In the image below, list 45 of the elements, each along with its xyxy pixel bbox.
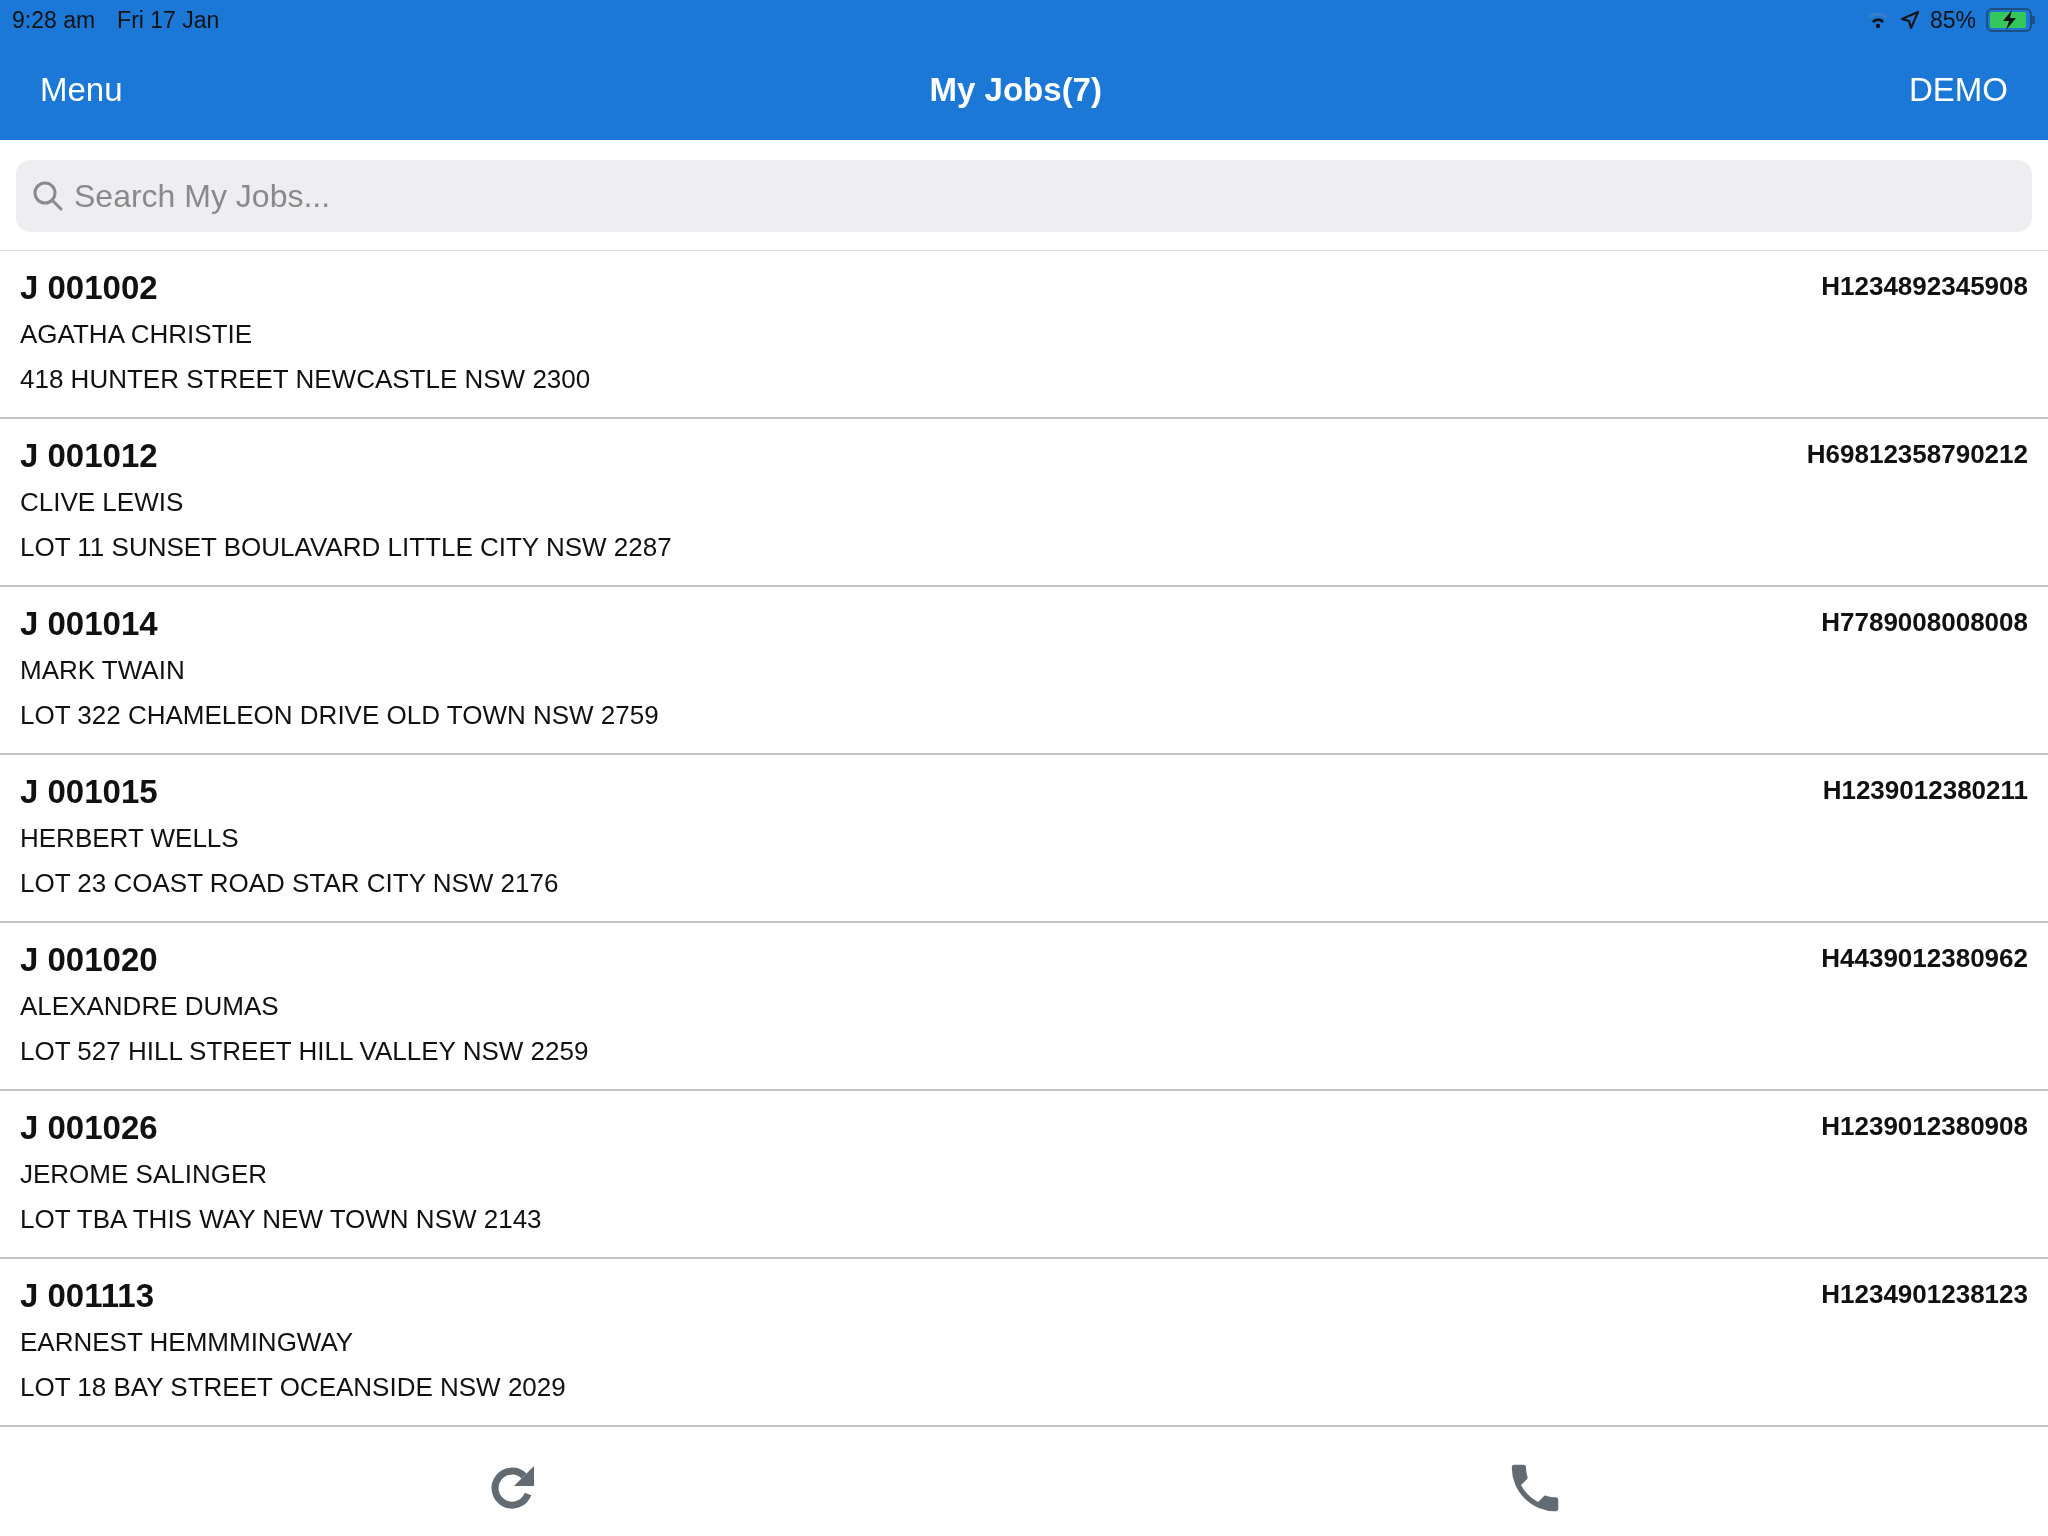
menu-button[interactable]: Menu (40, 71, 123, 109)
job-list-item[interactable]: J 001020 H4439012380962 ALEXANDRE DUMAS LOT 527 HILL STREET HILL VALLEY NSW 2259 (0, 923, 2048, 1091)
battery-charging-icon (1986, 8, 2036, 32)
job-address: 418 HUNTER STREET NEWCASTLE NSW 2300 (20, 364, 592, 395)
customer-name: CLIVE LEWIS (20, 487, 185, 518)
job-list-item[interactable]: J 001026 H1239012380908 JEROME SALINGER LOT TBA THIS WAY NEW TOWN NSW 2143 (0, 1091, 2048, 1259)
account-button[interactable]: DEMO (1909, 71, 2008, 109)
job-code: H1239012380211 (1822, 775, 2028, 806)
job-address: LOT 18 BAY STREET OCEANSIDE NSW 2029 (20, 1372, 567, 1403)
job-number: J 001113 (20, 1277, 154, 1315)
job-number: J 001014 (20, 605, 158, 643)
search-field[interactable]: Search My Jobs... (16, 160, 2032, 232)
customer-name: HERBERT WELLS (20, 823, 240, 854)
job-list-item[interactable]: J 001015 H1239012380211 HERBERT WELLS LOT 23 COAST ROAD STAR CITY NSW 2176 (0, 755, 2048, 923)
job-number: J 001002 (20, 269, 158, 307)
status-time: 9:28 am (12, 6, 96, 34)
status-date: Fri 17 Jan (117, 6, 220, 34)
job-list-item[interactable]: J 001113 H1234901238123 EARNEST HEMMMINGWAY LOT 18 BAY STREET OCEANSIDE NSW 2029 (0, 1259, 2048, 1427)
job-number: J 001026 (20, 1109, 158, 1147)
job-list-item[interactable]: J 001012 H69812358790212 CLIVE LEWIS LOT 11 SUNSET BOULAVARD LITTLE CITY NSW 2287 (0, 419, 2048, 587)
job-code: H69812358790212 (1806, 439, 2028, 470)
job-number: J 001012 (20, 437, 158, 475)
job-list-item[interactable]: J 001002 H1234892345908 AGATHA CHRISTIE 418 HUNTER STREET NEWCASTLE NSW 2300 (0, 251, 2048, 419)
customer-name: JEROME SALINGER (20, 1159, 269, 1190)
job-code: H1234892345908 (1821, 271, 2028, 302)
job-address: LOT 11 SUNSET BOULAVARD LITTLE CITY NSW 2287 (20, 532, 673, 563)
job-code: H1239012380908 (1821, 1111, 2028, 1142)
job-number: J 001015 (20, 773, 158, 811)
job-address: LOT 322 CHAMELEON DRIVE OLD TOWN NSW 2759 (20, 700, 660, 731)
customer-name: MARK TWAIN (20, 655, 186, 686)
page-title: My Jobs(7) (929, 71, 1102, 109)
customer-name: AGATHA CHRISTIE (20, 319, 254, 350)
location-arrow-icon (1899, 10, 1920, 30)
job-address: LOT 527 HILL STREET HILL VALLEY NSW 2259 (20, 1036, 590, 1067)
customer-name: ALEXANDRE DUMAS (20, 991, 280, 1022)
job-code: H1234901238123 (1821, 1279, 2028, 1310)
job-address: LOT 23 COAST ROAD STAR CITY NSW 2176 (20, 868, 560, 899)
customer-name: EARNEST HEMMMINGWAY (20, 1327, 355, 1358)
job-code: H7789008008008 (1821, 607, 2028, 638)
job-number: J 001020 (20, 941, 158, 979)
job-code: H4439012380962 (1821, 943, 2028, 974)
battery-percent: 85% (1929, 6, 1976, 34)
search-icon (32, 180, 64, 212)
job-address: LOT TBA THIS WAY NEW TOWN NSW 2143 (20, 1204, 543, 1235)
job-list-item[interactable]: J 001014 H7789008008008 MARK TWAIN LOT 322 CHAMELEON DRIVE OLD TOWN NSW 2759 (0, 587, 2048, 755)
